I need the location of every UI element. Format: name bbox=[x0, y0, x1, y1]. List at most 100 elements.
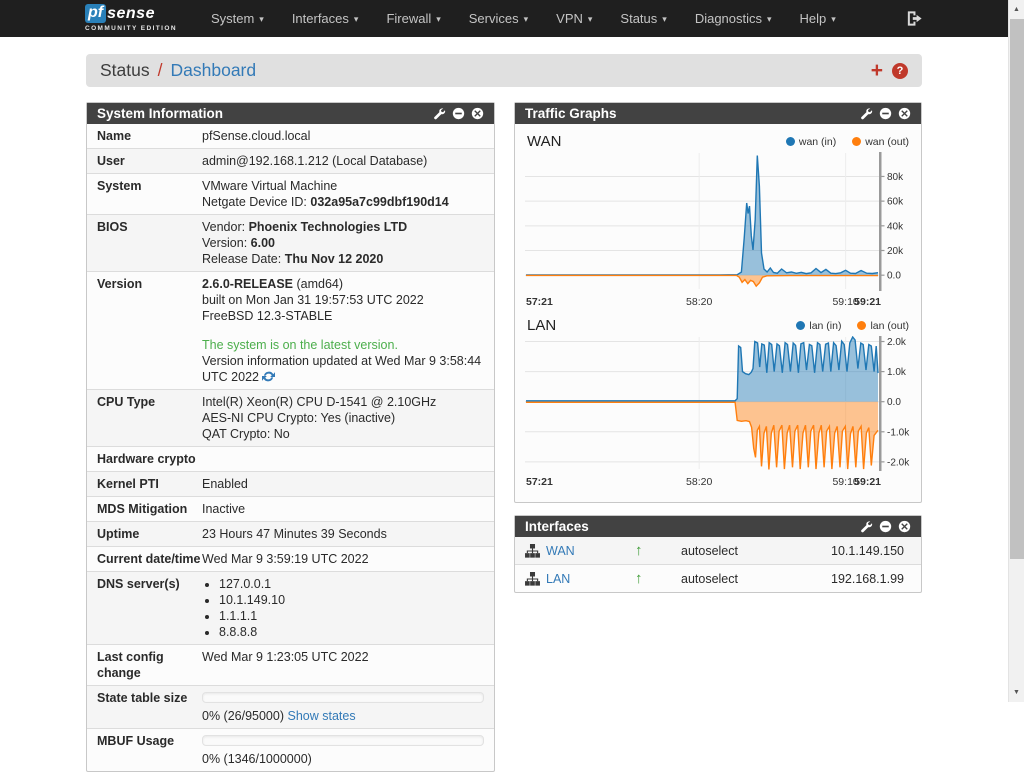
system-information-header: System Information bbox=[87, 103, 494, 124]
sysinfo-label: State table size bbox=[97, 690, 202, 724]
sysinfo-value: 127.0.0.110.1.149.101.1.1.18.8.8.8 bbox=[202, 576, 484, 640]
page-scrollbar[interactable]: ▲ ▼ bbox=[1008, 0, 1024, 702]
pfsense-logo[interactable]: pfsense COMMUNITY EDITION bbox=[85, 4, 177, 33]
pf-logo-badge: pf bbox=[85, 4, 106, 23]
interfaces-header: Interfaces bbox=[515, 516, 921, 537]
interface-link-wan[interactable]: WAN bbox=[546, 544, 575, 558]
sysinfo-label: DNS server(s) bbox=[97, 576, 202, 640]
wrench-icon[interactable] bbox=[860, 520, 873, 533]
sysinfo-row: SystemVMware Virtual MachineNetgate Devi… bbox=[87, 173, 494, 214]
sysinfo-value: 0% (1346/1000000) bbox=[202, 733, 484, 767]
show-states-link[interactable]: Show states bbox=[287, 709, 355, 723]
interface-row: LAN↑autoselect192.168.1.99 bbox=[515, 564, 921, 592]
caret-down-icon: ▾ bbox=[662, 15, 667, 24]
minimize-icon[interactable] bbox=[452, 107, 465, 120]
sysinfo-row: Uptime23 Hours 47 Minutes 39 Seconds bbox=[87, 521, 494, 546]
breadcrumb: Status / Dashboard + ? bbox=[86, 54, 922, 87]
svg-text:80k: 80k bbox=[887, 172, 904, 183]
refresh-icon[interactable] bbox=[262, 370, 275, 383]
sitemap-icon bbox=[525, 572, 540, 586]
svg-text:57:21: 57:21 bbox=[526, 476, 553, 488]
dns-server-item: 127.0.0.1 bbox=[219, 576, 484, 592]
progress-bar bbox=[202, 735, 484, 746]
sysinfo-value: Enabled bbox=[202, 476, 484, 492]
sign-out-icon bbox=[905, 9, 924, 28]
logout-button[interactable] bbox=[905, 9, 924, 28]
nav-menu-firewall[interactable]: Firewall▾ bbox=[372, 0, 454, 37]
close-icon[interactable] bbox=[471, 107, 484, 120]
chart-title-wan: WAN bbox=[527, 133, 561, 150]
sysinfo-label: Kernel PTI bbox=[97, 476, 202, 492]
interface-link-lan[interactable]: LAN bbox=[546, 572, 570, 586]
sysinfo-label: Hardware crypto bbox=[97, 451, 202, 467]
sysinfo-label: MBUF Usage bbox=[97, 733, 202, 767]
scrollbar-up-icon[interactable]: ▲ bbox=[1009, 1, 1024, 17]
nav-menu-vpn[interactable]: VPN▾ bbox=[542, 0, 606, 37]
sysinfo-row: MBUF Usage0% (1346/1000000) bbox=[87, 728, 494, 771]
svg-text:40k: 40k bbox=[887, 221, 904, 232]
sysinfo-value: Wed Mar 9 3:59:19 UTC 2022 bbox=[202, 551, 484, 567]
sysinfo-row: State table size0% (26/95000) Show state… bbox=[87, 685, 494, 728]
legend-dot-icon bbox=[852, 137, 861, 146]
caret-down-icon: ▾ bbox=[831, 15, 836, 24]
legend-item: lan (in) bbox=[796, 320, 841, 332]
dns-server-item: 8.8.8.8 bbox=[219, 624, 484, 640]
svg-text:0.0: 0.0 bbox=[887, 271, 901, 282]
scrollbar-down-icon[interactable]: ▼ bbox=[1009, 684, 1024, 700]
breadcrumb-page: Dashboard bbox=[171, 60, 257, 81]
breadcrumb-section[interactable]: Status bbox=[100, 60, 150, 81]
add-widget-icon[interactable]: + bbox=[871, 60, 883, 81]
sysinfo-row: MDS MitigationInactive bbox=[87, 496, 494, 521]
sysinfo-label: BIOS bbox=[97, 219, 202, 267]
nav-menu-services[interactable]: Services▾ bbox=[455, 0, 542, 37]
community-edition-label: COMMUNITY EDITION bbox=[85, 26, 177, 33]
scrollbar-thumb[interactable] bbox=[1010, 19, 1024, 559]
caret-down-icon: ▾ bbox=[588, 15, 593, 24]
breadcrumb-separator: / bbox=[158, 60, 163, 81]
dns-server-list: 127.0.0.110.1.149.101.1.1.18.8.8.8 bbox=[202, 576, 484, 640]
nav-menu-system[interactable]: System▾ bbox=[197, 0, 278, 37]
nav-menu-diagnostics[interactable]: Diagnostics▾ bbox=[681, 0, 786, 37]
nav-menu-help[interactable]: Help▾ bbox=[786, 0, 850, 37]
svg-text:0.0: 0.0 bbox=[887, 397, 901, 408]
sysinfo-value: 2.6.0-RELEASE (amd64)built on Mon Jan 31… bbox=[202, 276, 484, 385]
panel-title: Traffic Graphs bbox=[525, 106, 617, 121]
minimize-icon[interactable] bbox=[879, 107, 892, 120]
nav-menu-label: Status bbox=[620, 11, 657, 26]
legend-dot-icon bbox=[786, 137, 795, 146]
interface-row: WAN↑autoselect10.1.149.150 bbox=[515, 537, 921, 564]
sysinfo-row: Last config changeWed Mar 9 1:23:05 UTC … bbox=[87, 644, 494, 685]
chart-legend: wan (in)wan (out) bbox=[786, 136, 909, 148]
sysinfo-row: Hardware crypto bbox=[87, 446, 494, 471]
chart-legend: lan (in)lan (out) bbox=[796, 320, 909, 332]
sysinfo-row: CPU TypeIntel(R) Xeon(R) CPU D-1541 @ 2.… bbox=[87, 389, 494, 446]
sysinfo-value: Inactive bbox=[202, 501, 484, 517]
nav-menu-interfaces[interactable]: Interfaces▾ bbox=[278, 0, 373, 37]
svg-text:20k: 20k bbox=[887, 246, 904, 257]
close-icon[interactable] bbox=[898, 520, 911, 533]
svg-text:59:21: 59:21 bbox=[854, 296, 881, 308]
wrench-icon[interactable] bbox=[433, 107, 446, 120]
legend-item: wan (out) bbox=[852, 136, 909, 148]
top-navbar: pfsense COMMUNITY EDITION System▾Interfa… bbox=[0, 0, 1008, 37]
svg-text:59:21: 59:21 bbox=[854, 476, 881, 488]
traffic-graphs-header: Traffic Graphs bbox=[515, 103, 921, 124]
legend-dot-icon bbox=[796, 321, 805, 330]
status-up-arrow-icon: ↑ bbox=[635, 542, 643, 559]
nav-menu-status[interactable]: Status ▾ bbox=[606, 0, 680, 37]
sysinfo-value: 0% (26/95000) Show states bbox=[202, 690, 484, 724]
sysinfo-label: Name bbox=[97, 128, 202, 144]
progress-bar bbox=[202, 692, 484, 703]
close-icon[interactable] bbox=[898, 107, 911, 120]
interfaces-table: WAN↑autoselect10.1.149.150LAN↑autoselect… bbox=[515, 537, 921, 592]
sysinfo-label: MDS Mitigation bbox=[97, 501, 202, 517]
minimize-icon[interactable] bbox=[879, 520, 892, 533]
help-icon[interactable]: ? bbox=[892, 63, 908, 79]
panel-title: Interfaces bbox=[525, 519, 589, 534]
interface-media: autoselect bbox=[681, 572, 831, 586]
nav-menu-label: Firewall bbox=[386, 11, 431, 26]
sitemap-icon bbox=[525, 544, 540, 558]
nav-menu-label: System bbox=[211, 11, 254, 26]
legend-label: lan (in) bbox=[809, 320, 841, 332]
wrench-icon[interactable] bbox=[860, 107, 873, 120]
